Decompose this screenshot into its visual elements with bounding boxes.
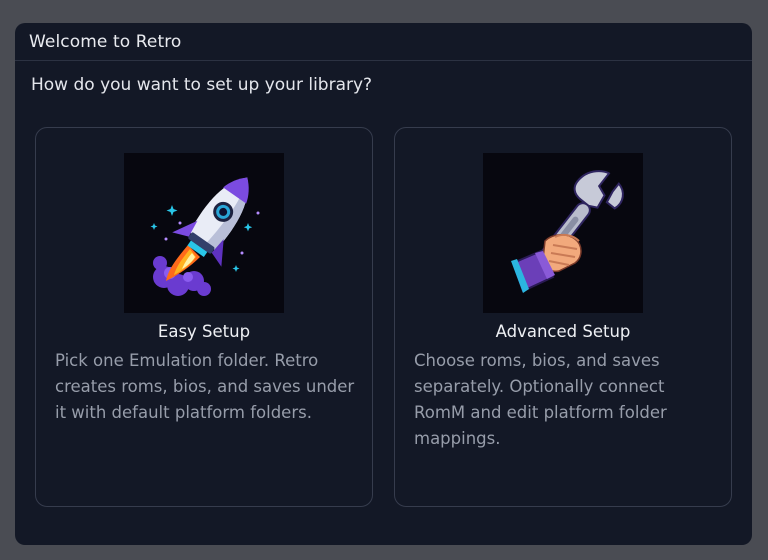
- easy-setup-title: Easy Setup: [157, 322, 251, 341]
- advanced-setup-description: Choose roms, bios, and saves separately.…: [414, 351, 667, 448]
- setup-question: How do you want to set up your library?: [31, 75, 373, 95]
- dialog-title: Welcome to Retro: [29, 31, 182, 52]
- advanced-setup-card[interactable]: Advanced Setup Choose roms, bios, and sa…: [394, 127, 732, 507]
- rocket-icon: [124, 153, 284, 313]
- easy-setup-card[interactable]: Easy Setup Pick one Emulation folder. Re…: [35, 127, 373, 507]
- wrench-icon: [483, 153, 643, 313]
- dialog-header: Welcome to Retro: [15, 23, 752, 61]
- setup-dialog: Welcome to Retro How do you want to set …: [15, 23, 752, 545]
- easy-setup-description: Pick one Emulation folder. Retro creates…: [55, 351, 355, 422]
- advanced-setup-title: Advanced Setup: [495, 322, 631, 341]
